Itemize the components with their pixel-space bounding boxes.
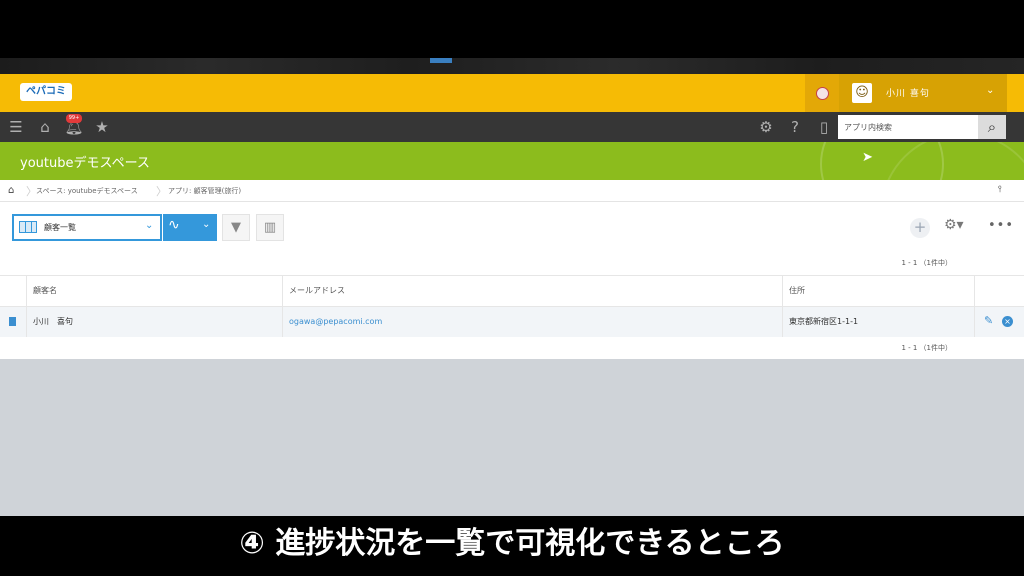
pin-icon[interactable]: ⫯	[998, 185, 1002, 195]
mouse-cursor-icon: ➤	[862, 150, 873, 165]
add-record-button[interactable]: +	[910, 218, 930, 238]
home-icon[interactable]: ⌂	[8, 185, 14, 196]
column-header-email[interactable]: メールアドレス	[282, 276, 782, 306]
view-select-label: 顧客一覧	[44, 223, 76, 232]
chevron-down-icon[interactable]: ⌄	[986, 85, 994, 96]
video-caption: ④ 進捗状況を一覧で可視化できるところ	[0, 516, 1024, 576]
cell-customer-name: 小川 喜句	[26, 307, 282, 337]
mobile-icon[interactable]: ▯	[814, 112, 834, 142]
gear-icon[interactable]: ⚙▾	[944, 217, 964, 233]
search-input[interactable]	[838, 115, 978, 140]
home-icon[interactable]: ⌂	[35, 112, 55, 142]
pixelated-browser-strip	[0, 58, 1024, 74]
notification-badge: 99+	[66, 114, 82, 123]
brand-header: ペパコミ ☺ 小川 喜句 ⌄	[0, 74, 1024, 112]
cell-address: 東京都新宿区1-1-1	[782, 307, 974, 337]
app-search	[838, 115, 978, 140]
filter-icon[interactable]: ▼	[222, 214, 250, 241]
gear-icon[interactable]: ⚙	[756, 112, 776, 142]
chevron-down-icon: ⌄	[202, 219, 211, 230]
notification-dot-icon[interactable]	[816, 87, 829, 100]
breadcrumb-space[interactable]: スペース: youtubeデモスペース	[36, 186, 138, 196]
star-icon[interactable]: ★	[92, 112, 112, 142]
menu-icon[interactable]: ☰	[6, 112, 26, 142]
graph-select-button[interactable]: ∿ ⌄	[163, 214, 217, 241]
column-header-address[interactable]: 住所	[782, 276, 974, 306]
video-letterbox-top	[0, 0, 1024, 58]
cell-actions	[974, 307, 1024, 337]
app-screen: ペパコミ ☺ 小川 喜句 ⌄ ☰ ⌂ 🔔︎ 99+ ★ ⚙ ? ▯ ⌕ yout…	[0, 74, 1024, 516]
app-logo[interactable]: ペパコミ	[20, 83, 72, 101]
column-header-actions	[974, 276, 1024, 306]
view-select[interactable]: 顧客一覧 ⌄	[12, 214, 162, 241]
breadcrumb: ⌂ 〉 スペース: youtubeデモスペース 〉 アプリ: 顧客管理(旅行) …	[0, 180, 1024, 202]
pager-top: 1 - 1 （1件中）	[901, 259, 952, 267]
bar-chart-icon[interactable]: ▥	[256, 214, 284, 241]
table-row[interactable]: 小川 喜句 ogawa@pepacomi.com 東京都新宿区1-1-1 ✎ ×	[0, 307, 1024, 337]
more-options-icon[interactable]: •••	[988, 218, 1014, 233]
space-title[interactable]: youtubeデモスペース	[20, 152, 150, 171]
avatar: ☺	[852, 83, 872, 103]
space-header: youtubeデモスペース ➤	[0, 142, 1024, 180]
app-view-panel: ⌂ 〉 スペース: youtubeデモスペース 〉 アプリ: 顧客管理(旅行) …	[0, 180, 1024, 359]
chevron-down-icon: ⌄	[145, 220, 154, 231]
pager-bottom: 1 - 1 （1件中）	[901, 344, 952, 352]
breadcrumb-separator: 〉	[156, 185, 167, 198]
table-view-icon	[19, 221, 37, 233]
breadcrumb-app[interactable]: アプリ: 顧客管理(旅行)	[168, 186, 241, 196]
delete-icon[interactable]: ×	[1002, 316, 1013, 327]
table-header: 顧客名 メールアドレス 住所	[0, 275, 1024, 307]
user-name: 小川 喜句	[886, 89, 930, 99]
line-graph-icon: ∿	[168, 217, 180, 233]
user-menu[interactable]: ☺ 小川 喜句 ⌄	[839, 74, 1007, 112]
record-detail-icon[interactable]	[9, 317, 16, 326]
help-icon[interactable]: ?	[785, 112, 805, 142]
global-nav: ☰ ⌂ 🔔︎ 99+ ★ ⚙ ? ▯ ⌕	[0, 112, 1024, 142]
notification-area[interactable]	[805, 74, 839, 112]
column-header-name[interactable]: 顧客名	[26, 276, 282, 306]
edit-pencil-icon[interactable]: ✎	[984, 314, 993, 327]
cell-email-link[interactable]: ogawa@pepacomi.com	[282, 307, 782, 337]
search-icon[interactable]: ⌕	[978, 115, 1006, 139]
